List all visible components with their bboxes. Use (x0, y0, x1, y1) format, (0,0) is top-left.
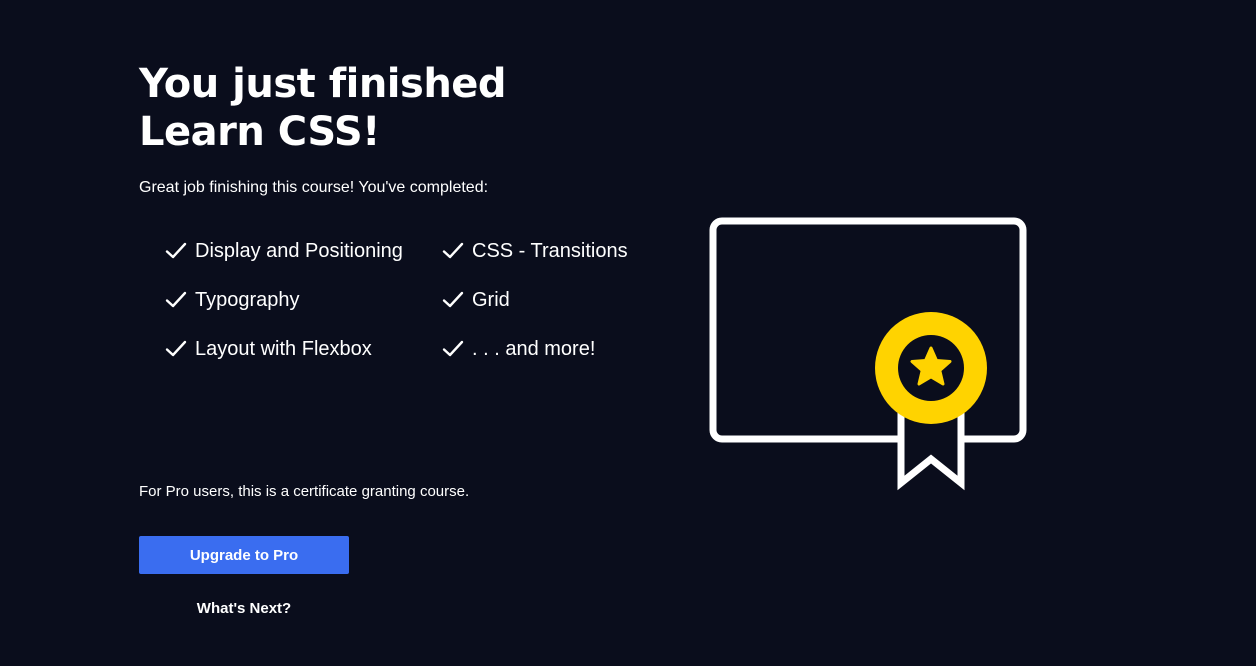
title-line-1: You just finished (139, 61, 507, 107)
completed-topic-label: Layout with Flexbox (195, 337, 372, 360)
course-complete-page: You just finished Learn CSS! Great job f… (0, 0, 1256, 666)
page-title: You just finished Learn CSS! (139, 60, 679, 156)
completion-summary: You just finished Learn CSS! Great job f… (139, 60, 679, 360)
completed-topic-label: CSS - Transitions (472, 239, 628, 262)
completed-topic: CSS - Transitions (441, 226, 701, 275)
check-icon (165, 340, 187, 356)
completed-topics-list: Display and Positioning CSS - Transition… (164, 226, 701, 373)
check-icon (442, 340, 464, 356)
completed-topic: Typography (164, 275, 441, 324)
certificate-frame (709, 217, 1027, 443)
completion-subtitle: Great job finishing this course! You've … (139, 179, 489, 196)
completed-topic: . . . and more! (441, 324, 701, 373)
completed-topic-label: Display and Positioning (195, 239, 403, 262)
check-icon (165, 291, 187, 307)
check-icon (442, 291, 464, 307)
check-icon (165, 242, 187, 258)
certificate-note: For Pro users, this is a certificate gra… (139, 483, 470, 500)
check-icon (442, 242, 464, 258)
completed-topic: Display and Positioning (164, 226, 441, 275)
title-line-2: Learn CSS! (139, 109, 380, 155)
completed-topic-label: Grid (472, 288, 510, 311)
whats-next-link[interactable]: What's Next? (139, 598, 349, 620)
completed-topic: Grid (441, 275, 701, 324)
upgrade-to-pro-button[interactable]: Upgrade to Pro (139, 536, 349, 574)
certificate-icon (709, 217, 1027, 491)
completed-topic-label: Typography (195, 288, 300, 311)
completed-topic-label: . . . and more! (472, 337, 596, 360)
completed-topic: Layout with Flexbox (164, 324, 441, 373)
